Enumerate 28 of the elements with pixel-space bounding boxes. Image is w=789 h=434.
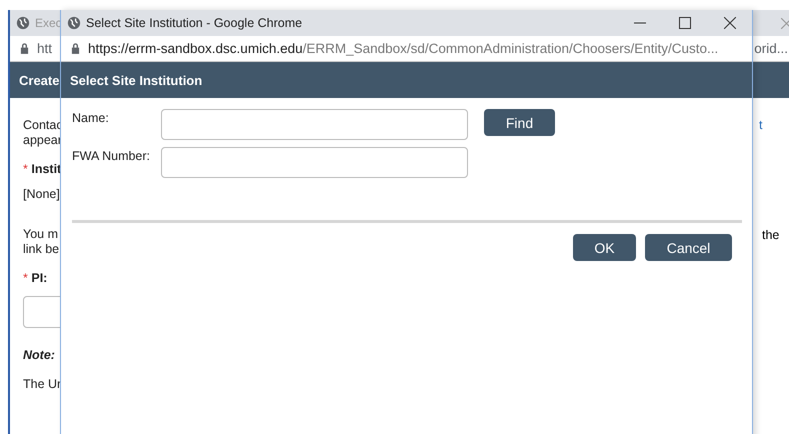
body-text: [None] [23, 187, 61, 202]
dialog-header: Select Site Institution [70, 72, 202, 88]
lock-icon [71, 43, 80, 54]
url-text[interactable]: https://errm-sandbox.dsc.umich.edu/ERRM_Sandbox/sd/CommonAdministration/Choosers/Entity/Custo... [88, 41, 718, 56]
globe-icon [67, 16, 81, 30]
url-text[interactable]: orid... [754, 41, 788, 56]
page-header: Create [19, 72, 60, 88]
input-field[interactable] [161, 147, 468, 178]
lock-icon [20, 43, 29, 54]
globe-icon [16, 16, 30, 30]
ok-button[interactable]: OK [573, 234, 636, 261]
body-text: the [762, 228, 780, 242]
field-label: FWA Number: [72, 148, 152, 163]
find-button[interactable]: Find [484, 109, 555, 136]
body-text: The Ur [23, 377, 62, 392]
body-text: appear [23, 133, 63, 148]
window-title: Exec [35, 16, 62, 30]
link[interactable]: t [759, 118, 789, 132]
window-title: Select Site Institution - Google Chrome [86, 16, 302, 30]
cancel-button[interactable]: Cancel [645, 234, 732, 261]
body-text: You m [23, 227, 59, 242]
input-field[interactable] [161, 109, 468, 140]
required-icon: * [23, 271, 28, 285]
url-text[interactable]: htt [37, 41, 52, 56]
field-label: Name: [72, 110, 110, 125]
body-text: link be [23, 242, 60, 257]
note-label: Note: [23, 348, 56, 363]
required-icon: * [23, 162, 28, 176]
